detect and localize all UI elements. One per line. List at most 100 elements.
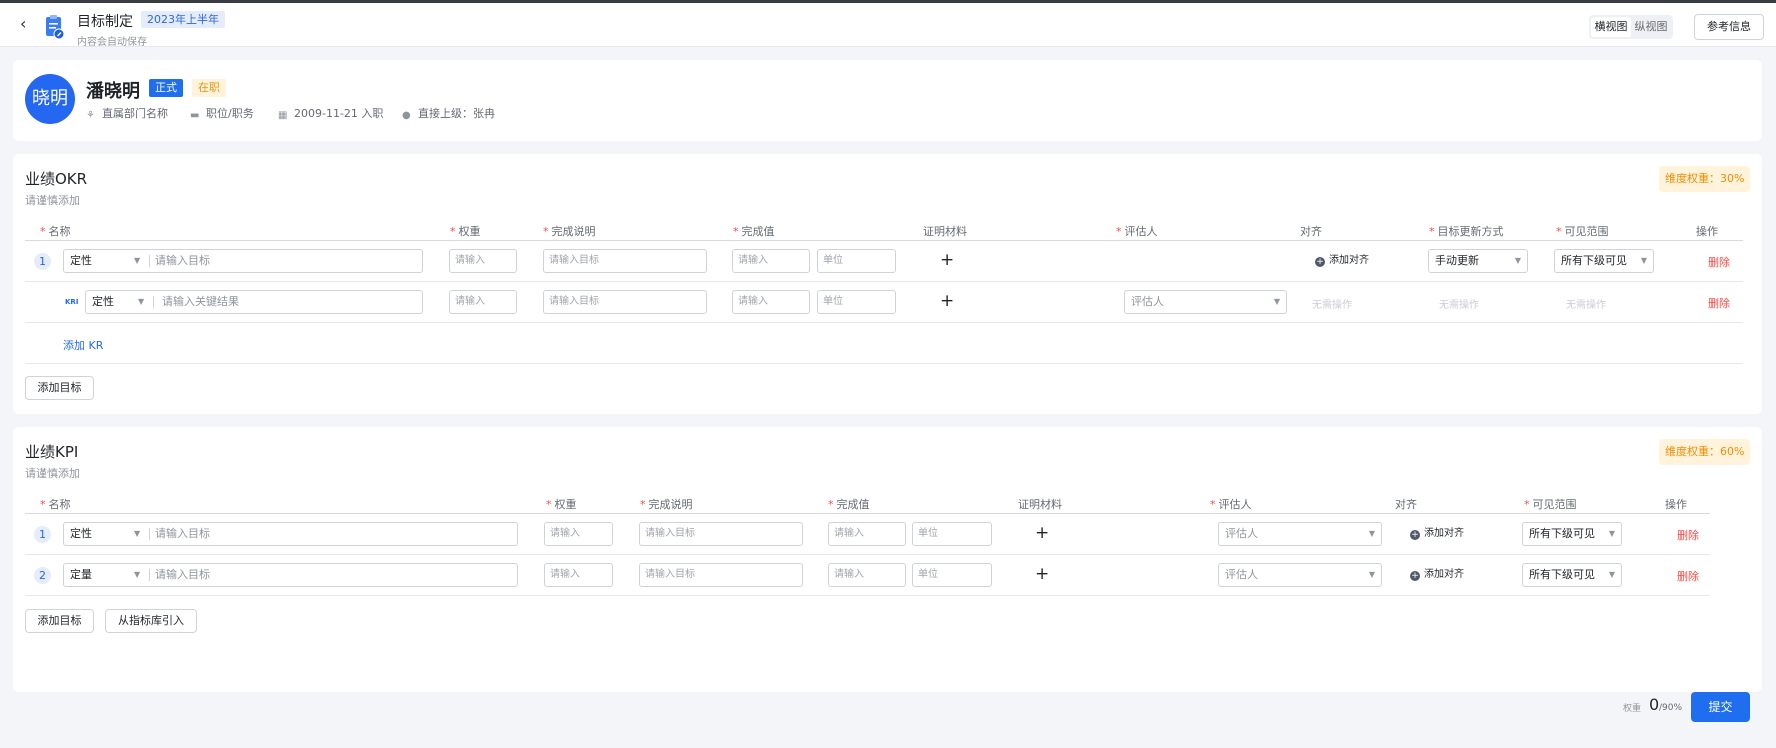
add-objective-button[interactable]: 添加目标 <box>25 376 94 400</box>
view-vertical-tab[interactable]: 纵视图 <box>1631 17 1671 37</box>
completion-desc-input[interactable]: 请输入目标 <box>639 563 803 587</box>
completion-value-input[interactable]: 请输入 <box>828 522 906 546</box>
column-header-evaluator: * 评估人 <box>1116 225 1158 238</box>
add-alignment-button[interactable]: + 添加对齐 <box>1410 569 1464 581</box>
objective-row: 1 定性 ▼ 请输入目标 请输入 请输入目标 请输入 单位 + + 添加对齐 手动… <box>25 241 1743 281</box>
evaluator-select[interactable]: 评估人 ▼ <box>1218 563 1382 587</box>
profile-card: 晓明 潘晓明 正式 在职 ⚘ 直属部门名称 ▬ 职位/职务 ▦ 2009-11-21 … <box>13 60 1762 141</box>
column-header-completion-desc: * 完成说明 <box>640 498 693 511</box>
goal-document-icon <box>46 15 65 40</box>
weight-input[interactable]: 请输入 <box>544 522 613 546</box>
join-date: 2009-11-21 入职 <box>294 107 384 120</box>
plus-circle-icon: + <box>1315 257 1325 267</box>
total-weight-value: 0 <box>1649 695 1660 714</box>
objective-name-input[interactable]: 请输入目标 <box>155 250 210 272</box>
delete-key-result-button[interactable]: 删除 <box>1708 295 1730 311</box>
column-header-completion-value: * 完成值 <box>828 498 870 511</box>
add-objective-button[interactable]: 添加目标 <box>25 609 94 633</box>
completion-desc-input[interactable]: 请输入目标 <box>543 290 707 314</box>
plus-circle-icon: + <box>1410 530 1420 540</box>
back-icon[interactable]: ‹ <box>20 16 34 32</box>
page-title: 目标制定 <box>77 14 133 30</box>
kpi-name-field[interactable]: 定性 ▼ 请输入目标 <box>63 522 518 546</box>
add-evidence-plus-icon[interactable]: + <box>940 293 954 310</box>
key-result-name-input[interactable]: 请输入关键结果 <box>162 291 239 313</box>
section-subtitle: 请谨慎添加 <box>25 194 80 207</box>
person-icon: ● <box>402 110 411 121</box>
kpi-type-select[interactable]: 定性 <box>70 523 92 545</box>
join-date-info: ▦ 2009-11-21 入职 <box>278 105 383 121</box>
objective-type-select[interactable]: 定性 <box>70 250 92 272</box>
total-weight-label: 权重 <box>1623 704 1642 714</box>
unit-input[interactable]: 单位 <box>912 522 992 546</box>
okr-section: 业绩OKR 请谨慎添加 维度权重：30% * 名称 * 权重 * 完成说明 * 完成值 … <box>13 154 1762 414</box>
row-index: 2 <box>34 567 51 584</box>
objective-name-field[interactable]: 定性 ▼ 请输入目标 <box>63 249 423 273</box>
avatar: 晓明 <box>25 74 75 124</box>
add-evidence-plus-icon[interactable]: + <box>940 252 954 269</box>
column-header-completion-desc: * 完成说明 <box>543 225 596 238</box>
column-header-evaluator: * 评估人 <box>1210 498 1252 511</box>
unit-input[interactable]: 单位 <box>912 563 992 587</box>
add-evidence-plus-icon[interactable]: + <box>1035 566 1049 583</box>
add-evidence-plus-icon[interactable]: + <box>1035 525 1049 542</box>
reference-info-button[interactable]: 参考信息 <box>1694 14 1764 40</box>
weight-input[interactable]: 请输入 <box>449 290 517 314</box>
delete-row-button[interactable]: 删除 <box>1677 568 1699 584</box>
kpi-type-select[interactable]: 定量 <box>70 564 92 586</box>
update-method-select[interactable]: 手动更新 ▼ <box>1428 249 1528 273</box>
chevron-down-icon: ▼ <box>138 297 145 306</box>
kpi-name-field[interactable]: 定量 ▼ 请输入目标 <box>63 563 518 587</box>
kpi-name-input[interactable]: 请输入目标 <box>155 523 210 545</box>
manager-name: 直接上级：张冉 <box>418 107 495 120</box>
row-index: 1 <box>34 253 51 270</box>
column-header-actions: 操作 <box>1665 498 1687 511</box>
employee-name: 潘晓明 <box>86 81 140 102</box>
add-alignment-button[interactable]: + 添加对齐 <box>1315 255 1369 267</box>
no-action-alignment: 无需操作 <box>1312 300 1352 311</box>
chevron-down-icon: ▼ <box>1608 570 1615 579</box>
evaluator-select[interactable]: 评估人 ▼ <box>1124 290 1287 314</box>
dimension-weight-badge: 维度权重：60% <box>1659 439 1751 465</box>
completion-desc-input[interactable]: 请输入目标 <box>639 522 803 546</box>
chevron-down-icon: ▼ <box>1514 256 1521 265</box>
no-action-update-method: 无需操作 <box>1439 300 1479 311</box>
unit-input[interactable]: 单位 <box>817 290 896 314</box>
weight-input[interactable]: 请输入 <box>544 563 613 587</box>
position-name: 职位/职务 <box>206 107 254 120</box>
plus-circle-icon: + <box>1410 571 1420 581</box>
weight-input[interactable]: 请输入 <box>449 249 517 273</box>
delete-objective-button[interactable]: 删除 <box>1708 254 1730 270</box>
unit-input[interactable]: 单位 <box>817 249 896 273</box>
column-header-visibility: * 可见范围 <box>1524 498 1577 511</box>
column-header-visibility: * 可见范围 <box>1556 225 1609 238</box>
completion-value-input[interactable]: 请输入 <box>828 563 906 587</box>
calendar-icon: ▦ <box>278 110 288 121</box>
add-alignment-button[interactable]: + 添加对齐 <box>1410 528 1464 540</box>
view-horizontal-tab[interactable]: 横视图 <box>1591 17 1631 37</box>
period-badge: 2023年上半年 <box>141 11 225 28</box>
completion-desc-input[interactable]: 请输入目标 <box>543 249 707 273</box>
visibility-select[interactable]: 所有下级可见 ▼ <box>1522 563 1622 587</box>
section-subtitle: 请谨慎添加 <box>25 467 80 480</box>
key-result-name-field[interactable]: 定性 ▼ 请输入关键结果 <box>85 290 423 314</box>
kpi-name-input[interactable]: 请输入目标 <box>155 564 210 586</box>
chevron-down-icon: ▼ <box>134 529 141 538</box>
completion-value-input[interactable]: 请输入 <box>732 290 810 314</box>
import-from-library-button[interactable]: 从指标库引入 <box>105 609 197 633</box>
visibility-select[interactable]: 所有下级可见 ▼ <box>1554 249 1654 273</box>
view-toggle: 横视图 纵视图 <box>1589 15 1673 39</box>
table-row: 2 定量 ▼ 请输入目标 请输入 请输入目标 请输入 单位 + 评估人 ▼ + 添加… <box>25 555 1710 595</box>
visibility-select[interactable]: 所有下级可见 ▼ <box>1522 522 1622 546</box>
submit-button[interactable]: 提交 <box>1691 692 1750 722</box>
autosave-note: 内容会自动保存 <box>77 37 147 48</box>
key-result-type-select[interactable]: 定性 <box>92 291 114 313</box>
delete-row-button[interactable]: 删除 <box>1677 527 1699 543</box>
table-row: 1 定性 ▼ 请输入目标 请输入 请输入目标 请输入 单位 + 评估人 ▼ + 添加… <box>25 514 1710 554</box>
add-kr-link[interactable]: 添加 KR <box>63 337 103 353</box>
briefcase-icon: ▬ <box>190 110 200 121</box>
position-info: ▬ 职位/职务 <box>190 105 254 121</box>
completion-value-input[interactable]: 请输入 <box>732 249 810 273</box>
column-header-name: * 名称 <box>40 225 71 238</box>
evaluator-select[interactable]: 评估人 ▼ <box>1218 522 1382 546</box>
